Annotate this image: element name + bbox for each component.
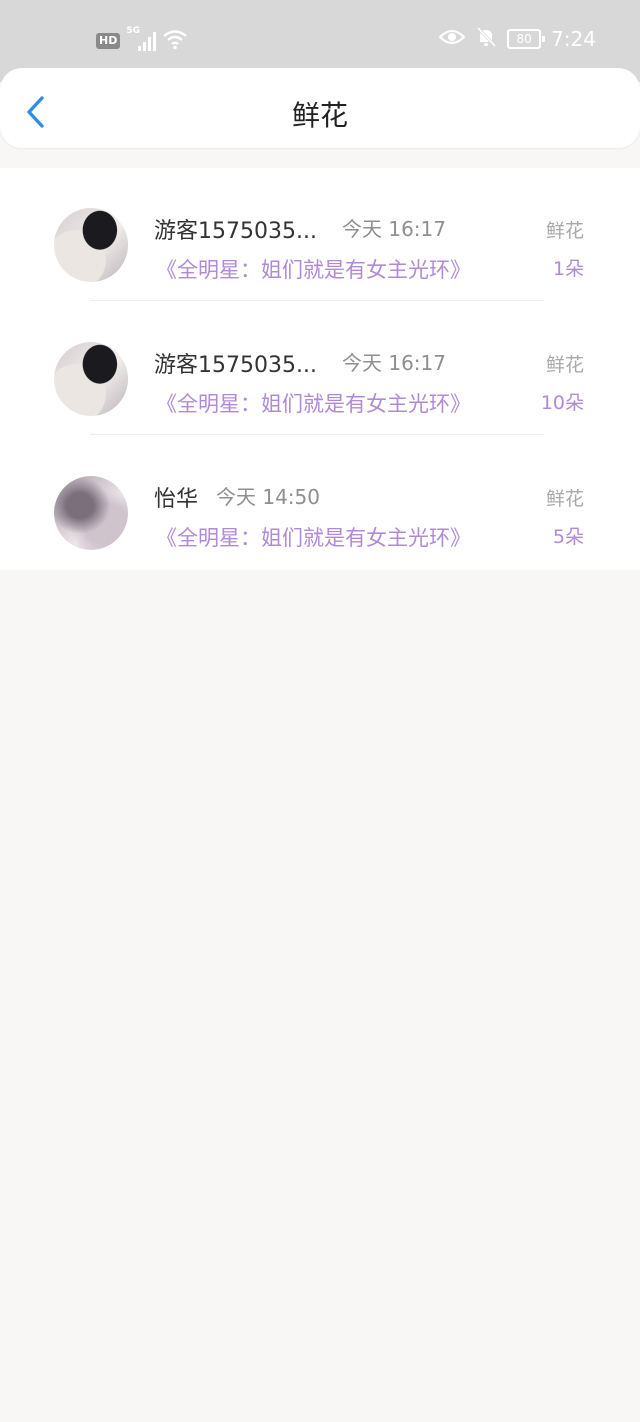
network-type-label: 5G [126, 26, 140, 36]
flower-record-list: 游客1575035... 今天 16:17 《全明星：姐们就是有女主光环》 鲜花… [0, 168, 640, 570]
gift-count: 10朵 [540, 392, 584, 414]
book-title-link[interactable]: 《全明星：姐们就是有女主光环》 [156, 254, 471, 284]
signal-icon: 5G [126, 26, 157, 52]
battery-indicator: 80 [507, 29, 546, 49]
mute-bell-icon [475, 26, 497, 52]
hd-icon: HD [96, 33, 121, 49]
user-name: 怡华 [154, 487, 199, 512]
gift-time: 今天 16:17 [342, 351, 446, 375]
list-item[interactable]: 游客1575035... 今天 16:17 《全明星：姐们就是有女主光环》 鲜花… [0, 302, 640, 436]
user-name: 游客1575035... [154, 353, 317, 378]
page-title: 鲜花 [291, 99, 348, 132]
user-avatar[interactable] [54, 476, 128, 550]
eye-icon [438, 27, 466, 51]
status-right: 80 7:24 [438, 26, 596, 52]
user-avatar[interactable] [54, 342, 128, 416]
list-item[interactable]: 怡华 今天 14:50 《全明星：姐们就是有女主光环》 鲜花 5朵 [0, 436, 640, 570]
gift-type: 鲜花 [545, 488, 584, 510]
gift-time: 今天 16:17 [342, 217, 446, 241]
gift-count: 5朵 [552, 526, 584, 548]
status-left: HD 5G [96, 26, 188, 54]
list-item[interactable]: 游客1575035... 今天 16:17 《全明星：姐们就是有女主光环》 鲜花… [0, 168, 640, 302]
status-time: 7:24 [551, 27, 596, 51]
top-nav-bar: 鲜花 [0, 68, 640, 148]
user-name: 游客1575035... [154, 219, 317, 244]
gift-type: 鲜花 [545, 220, 584, 242]
wifi-icon [162, 28, 188, 54]
divider [90, 434, 544, 435]
gift-count: 1朵 [552, 258, 584, 280]
user-avatar[interactable] [54, 208, 128, 282]
gift-time: 今天 14:50 [216, 485, 320, 509]
gift-type: 鲜花 [545, 354, 584, 376]
book-title-link[interactable]: 《全明星：姐们就是有女主光环》 [156, 388, 471, 418]
book-title-link[interactable]: 《全明星：姐们就是有女主光环》 [156, 522, 471, 552]
divider [90, 300, 544, 301]
